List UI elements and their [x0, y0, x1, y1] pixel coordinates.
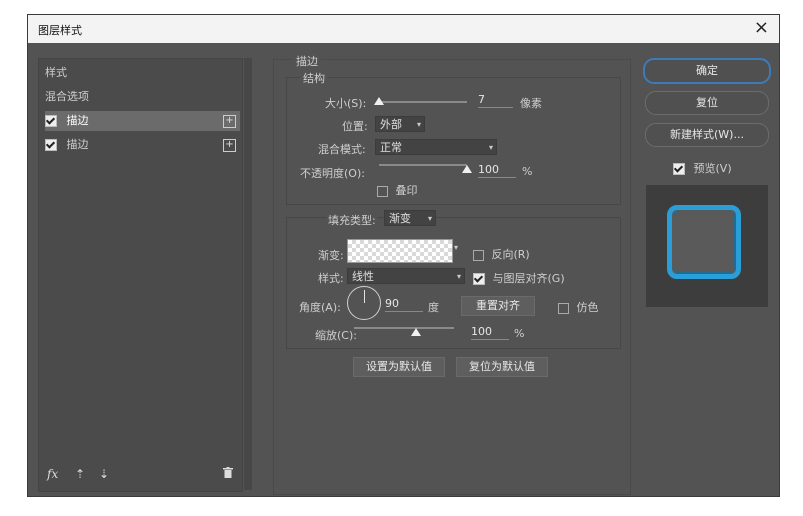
- overprint-option[interactable]: 叠印: [377, 182, 418, 198]
- add-icon[interactable]: +: [223, 139, 236, 152]
- overprint-label: 叠印: [395, 184, 418, 197]
- opacity-unit: %: [522, 165, 533, 178]
- gradient-style-value: 线性: [352, 270, 374, 283]
- list-item-label: 描边: [66, 114, 89, 127]
- position-dropdown[interactable]: 外部 ▾: [375, 116, 425, 132]
- opacity-slider-thumb[interactable]: [462, 165, 472, 173]
- trash-icon[interactable]: [223, 467, 233, 481]
- stroke-1-checkbox[interactable]: [45, 115, 57, 127]
- align-with-layer-label: 与图层对齐(G): [492, 272, 565, 285]
- size-slider-thumb[interactable]: [374, 97, 384, 105]
- blend-mode-label: 混合模式:: [318, 143, 366, 156]
- gradient-picker[interactable]: [347, 239, 453, 263]
- structure-title: 结构: [300, 70, 328, 86]
- preview-thumbnail: [646, 185, 768, 307]
- gradient-style-dropdown[interactable]: 线性 ▾: [347, 268, 465, 284]
- close-icon[interactable]: ×: [754, 18, 769, 38]
- blend-mode-dropdown[interactable]: 正常 ▾: [375, 139, 497, 155]
- gradient-label: 渐变:: [318, 249, 344, 262]
- opacity-slider[interactable]: [379, 164, 467, 166]
- preview-option[interactable]: 预览(V): [673, 160, 732, 176]
- overprint-checkbox[interactable]: [377, 185, 388, 197]
- scale-input[interactable]: 100: [471, 325, 509, 340]
- preview-checkbox[interactable]: [673, 163, 685, 175]
- dialog-title: 图层样式: [38, 24, 82, 37]
- list-item-blending-options[interactable]: 混合选项: [45, 87, 240, 107]
- angle-dial-needle: [364, 290, 365, 303]
- list-item-label: 混合选项: [45, 90, 89, 103]
- styles-list-panel: 样式 混合选项 描边 + 描边 + fx ⇡ ⇣: [38, 58, 243, 492]
- opacity-input[interactable]: 100: [478, 163, 516, 178]
- list-item-label: 样式: [45, 66, 67, 79]
- align-with-layer-checkbox[interactable]: [473, 273, 485, 285]
- reset-alignment-button[interactable]: 重置对齐: [461, 296, 535, 316]
- dither-option[interactable]: 仿色: [558, 299, 599, 315]
- scale-label: 缩放(C):: [315, 329, 357, 342]
- styles-list-scrollbar[interactable]: [244, 58, 252, 490]
- size-label: 大小(S):: [325, 97, 367, 110]
- size-input[interactable]: 7: [478, 93, 513, 108]
- position-label: 位置:: [342, 120, 368, 133]
- angle-dial[interactable]: [347, 286, 381, 320]
- position-value: 外部: [380, 118, 402, 131]
- chevron-down-icon: ▾: [416, 120, 421, 129]
- preview-label: 预览(V): [693, 162, 732, 175]
- list-item-label: 描边: [66, 138, 89, 151]
- layer-style-dialog: 图层样式 × 样式 混合选项 描边 + 描边 + fx ⇡ ⇣ 描边 结构 大小…: [27, 14, 780, 497]
- fill-type-dropdown[interactable]: 渐变 ▾: [384, 210, 436, 226]
- scale-unit: %: [514, 327, 525, 340]
- size-unit: 像素: [520, 97, 542, 110]
- list-item-stroke-2[interactable]: 描边 +: [45, 135, 240, 155]
- list-item-styles[interactable]: 样式: [45, 63, 240, 83]
- chevron-down-icon: ▾: [427, 214, 432, 223]
- style-label: 样式:: [318, 272, 344, 285]
- scale-slider-thumb[interactable]: [411, 328, 421, 336]
- align-with-layer-option[interactable]: 与图层对齐(G): [473, 270, 565, 286]
- fx-icon[interactable]: fx: [47, 467, 58, 481]
- opacity-label: 不透明度(O):: [300, 167, 365, 180]
- stroke-2-checkbox[interactable]: [45, 139, 57, 151]
- add-icon[interactable]: +: [223, 115, 236, 128]
- ok-button[interactable]: 确定: [643, 58, 771, 84]
- reset-button[interactable]: 复位: [645, 91, 769, 115]
- angle-input[interactable]: 90: [385, 297, 423, 312]
- title-bar: 图层样式 ×: [28, 15, 779, 43]
- reverse-checkbox[interactable]: [473, 249, 484, 261]
- new-style-button[interactable]: 新建样式(W)...: [645, 123, 769, 147]
- move-down-icon[interactable]: ⇣: [99, 467, 109, 481]
- blend-mode-value: 正常: [380, 141, 402, 154]
- chevron-down-icon[interactable]: ▾: [454, 243, 458, 252]
- dither-checkbox[interactable]: [558, 302, 569, 314]
- fill-type-label: 填充类型:: [326, 212, 378, 228]
- angle-label: 角度(A):: [299, 301, 341, 314]
- angle-unit: 度: [428, 301, 439, 314]
- fill-type-value: 渐变: [389, 212, 411, 225]
- size-slider[interactable]: [379, 101, 467, 103]
- reverse-label: 反向(R): [491, 248, 530, 261]
- stroke-preview-shape: [667, 205, 741, 279]
- chevron-down-icon: ▾: [488, 143, 493, 152]
- reset-default-button[interactable]: 复位为默认值: [456, 357, 548, 377]
- reverse-option[interactable]: 反向(R): [473, 246, 530, 262]
- chevron-down-icon: ▾: [456, 272, 461, 281]
- section-title: 描边: [293, 53, 321, 69]
- inner-stroke-outline: [673, 211, 735, 273]
- set-default-button[interactable]: 设置为默认值: [353, 357, 445, 377]
- list-footer: fx ⇡ ⇣: [47, 467, 250, 487]
- scale-slider[interactable]: [354, 327, 454, 329]
- list-item-stroke-1[interactable]: 描边 +: [45, 111, 240, 131]
- move-up-icon[interactable]: ⇡: [75, 467, 85, 481]
- dither-label: 仿色: [576, 301, 599, 314]
